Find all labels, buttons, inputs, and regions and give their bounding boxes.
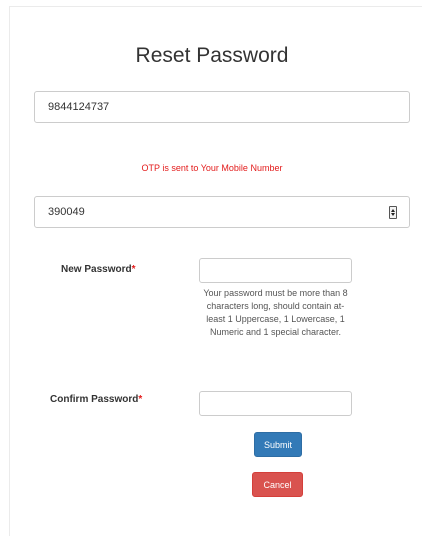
otp-sent-message: OTP is sent to Your Mobile Number (141, 163, 283, 173)
spinner-up-icon[interactable] (391, 208, 395, 212)
page-title: Reset Password (135, 44, 289, 67)
new-password-input[interactable] (199, 258, 352, 283)
required-asterisk: * (131, 264, 136, 275)
new-password-label-text: New Password (61, 264, 132, 275)
otp-value: 390049 (48, 206, 85, 218)
new-password-label: New Password* (61, 264, 136, 275)
confirm-password-input[interactable] (199, 391, 352, 416)
mobile-number-value: 9844124737 (48, 101, 110, 113)
required-asterisk: * (138, 394, 143, 405)
otp-field[interactable]: 390049 (34, 196, 410, 228)
spinner-down-icon[interactable] (391, 213, 395, 217)
confirm-password-label-text: Confirm Password (50, 394, 139, 405)
password-requirements-help: Your password must be more than 8 charac… (203, 288, 348, 337)
number-spinner[interactable] (389, 206, 397, 219)
cancel-button[interactable]: Cancel (252, 472, 303, 497)
confirm-password-label: Confirm Password* (50, 394, 142, 405)
mobile-number-field[interactable]: 9844124737 (34, 91, 410, 123)
submit-button[interactable]: Submit (254, 432, 302, 457)
